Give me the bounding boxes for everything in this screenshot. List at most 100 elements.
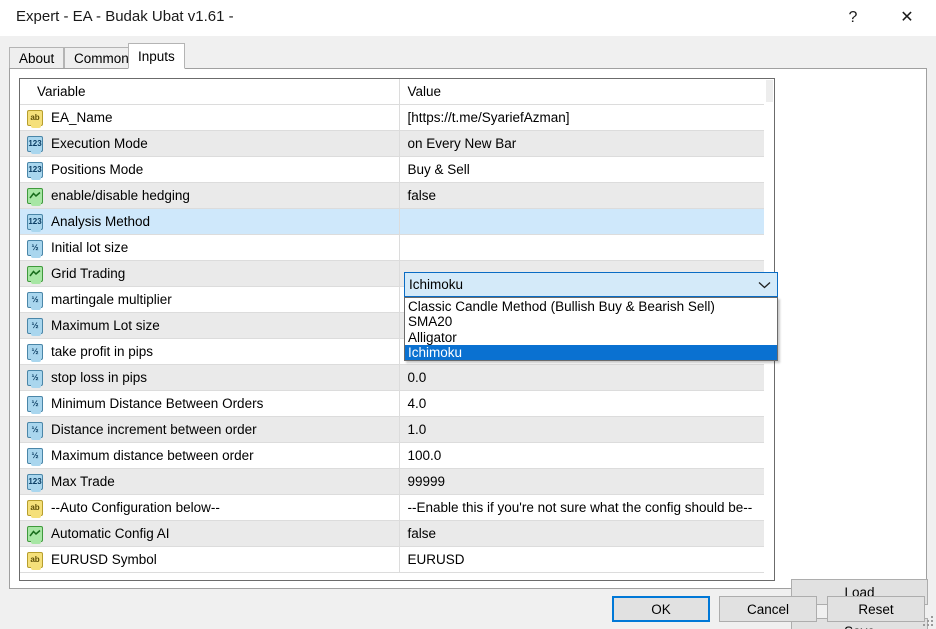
cell-variable[interactable]: ab--Auto Configuration below-- <box>20 495 399 521</box>
cell-value[interactable]: false <box>399 183 774 209</box>
tab-about-label: About <box>19 51 54 66</box>
table-header-row: VariableValue <box>20 79 774 105</box>
help-question-icon[interactable]: ? <box>830 0 876 36</box>
cell-variable[interactable]: ½Maximum Lot size <box>20 313 399 339</box>
integer-type-icon: 123 <box>27 136 43 152</box>
table-row[interactable]: Automatic Config AI false <box>20 521 774 547</box>
variable-value: 1.0 <box>400 422 775 437</box>
variable-name: Automatic Config AI <box>51 526 170 541</box>
table-row[interactable]: 123Positions ModeBuy & Sell <box>20 157 774 183</box>
variable-name: Analysis Method <box>51 214 150 229</box>
string-type-icon: ab <box>27 110 43 126</box>
window-titlebar: Expert - EA - Budak Ubat v1.61 - ? ✕ <box>0 0 936 36</box>
chevron-down-icon[interactable] <box>751 281 777 289</box>
dropdown-option[interactable]: Alligator <box>405 330 777 345</box>
table-row[interactable]: 123Max Trade99999 <box>20 469 774 495</box>
variable-value: Buy & Sell <box>400 162 775 177</box>
cancel-button-label: Cancel <box>747 602 789 617</box>
tab-inputs[interactable]: Inputs <box>128 43 185 69</box>
cell-variable[interactable]: ab EURUSD Symbol <box>20 547 399 573</box>
table-row[interactable]: ab--Auto Configuration below----Enable t… <box>20 495 774 521</box>
table-row[interactable]: ½stop loss in pips0.0 <box>20 365 774 391</box>
variable-value: false <box>400 526 775 541</box>
cell-variable[interactable]: ab EA_Name <box>20 105 399 131</box>
table-row[interactable]: ½ Minimum Distance Between Orders 4.0 <box>20 391 774 417</box>
cell-value[interactable] <box>399 209 774 235</box>
analysis-method-combobox[interactable]: Ichimoku <box>404 272 778 297</box>
variable-name: martingale multiplier <box>51 292 172 307</box>
tab-strip: About Common Inputs <box>0 36 936 69</box>
cell-variable[interactable]: ½martingale multiplier <box>20 287 399 313</box>
cell-value[interactable]: 99999 <box>399 469 774 495</box>
tab-common-label: Common <box>74 51 129 66</box>
analysis-method-dropdown-list[interactable]: Classic Candle Method (Bullish Buy & Bea… <box>404 297 778 361</box>
variable-value: 4.0 <box>400 396 775 411</box>
variable-name: enable/disable hedging <box>51 188 190 203</box>
variable-name: Minimum Distance Between Orders <box>51 396 263 411</box>
ok-button-label: OK <box>651 602 671 617</box>
table-row[interactable]: ab EA_Name [https://t.me/SyariefAzman] <box>20 105 774 131</box>
save-button-label: Save <box>844 624 875 629</box>
reset-button[interactable]: Reset <box>827 596 925 622</box>
cell-value[interactable]: 100.0 <box>399 443 774 469</box>
dropdown-option[interactable]: Ichimoku <box>405 345 777 360</box>
dropdown-option[interactable]: Classic Candle Method (Bullish Buy & Bea… <box>405 299 777 314</box>
integer-type-icon: 123 <box>27 162 43 178</box>
cell-variable[interactable]: Automatic Config AI <box>20 521 399 547</box>
header-cell-value[interactable]: Value <box>399 79 774 105</box>
table-row[interactable]: ½Maximum distance between order100.0 <box>20 443 774 469</box>
boolean-type-icon <box>27 526 43 542</box>
cancel-button[interactable]: Cancel <box>719 596 817 622</box>
table-scrollbar-thumb[interactable] <box>766 80 773 102</box>
variable-value: EURUSD <box>400 552 775 567</box>
cell-variable[interactable]: ½take profit in pips <box>20 339 399 365</box>
double-type-icon: ½ <box>27 240 43 256</box>
cell-variable[interactable]: 123Max Trade <box>20 469 399 495</box>
cell-value[interactable]: on Every New Bar <box>399 131 774 157</box>
cell-value[interactable]: false <box>399 521 774 547</box>
cell-variable[interactable]: ½stop loss in pips <box>20 365 399 391</box>
cell-variable[interactable]: ½ Minimum Distance Between Orders <box>20 391 399 417</box>
tab-inputs-label: Inputs <box>138 49 175 64</box>
boolean-type-icon <box>27 266 43 282</box>
variable-value: 100.0 <box>400 448 775 463</box>
cell-variable[interactable]: ½Initial lot size <box>20 235 399 261</box>
double-type-icon: ½ <box>27 396 43 412</box>
table-row[interactable]: ½Initial lot size <box>20 235 774 261</box>
cell-variable[interactable]: ½Maximum distance between order <box>20 443 399 469</box>
variable-name: Execution Mode <box>51 136 148 151</box>
cell-value[interactable] <box>399 235 774 261</box>
variable-name: EURUSD Symbol <box>51 552 157 567</box>
cell-variable[interactable]: 123 Execution Mode <box>20 131 399 157</box>
cell-value[interactable]: 4.0 <box>399 391 774 417</box>
cell-variable[interactable]: Grid Trading <box>20 261 399 287</box>
table-row[interactable]: 123 Analysis Method <box>20 209 774 235</box>
table-row[interactable]: 123 Execution Mode on Every New Bar <box>20 131 774 157</box>
table-row[interactable]: ab EURUSD Symbol EURUSD <box>20 547 774 573</box>
cell-variable[interactable]: enable/disable hedging <box>20 183 399 209</box>
table-row[interactable]: ½Distance increment between order1.0 <box>20 417 774 443</box>
ok-button[interactable]: OK <box>612 596 710 622</box>
window-title: Expert - EA - Budak Ubat v1.61 - <box>16 8 234 25</box>
cell-value[interactable]: [https://t.me/SyariefAzman] <box>399 105 774 131</box>
variable-name: EA_Name <box>51 110 113 125</box>
double-type-icon: ½ <box>27 422 43 438</box>
header-cell-variable[interactable]: Variable <box>20 79 399 105</box>
cell-value[interactable]: 1.0 <box>399 417 774 443</box>
reset-button-label: Reset <box>858 602 893 617</box>
tab-about[interactable]: About <box>9 47 64 69</box>
cell-variable[interactable]: ½Distance increment between order <box>20 417 399 443</box>
dropdown-option[interactable]: SMA20 <box>405 314 777 329</box>
table-row[interactable]: enable/disable hedging false <box>20 183 774 209</box>
cell-value[interactable]: Buy & Sell <box>399 157 774 183</box>
cell-value[interactable]: --Enable this if you're not sure what th… <box>399 495 774 521</box>
integer-type-icon: 123 <box>27 214 43 230</box>
resize-grip[interactable] <box>921 614 933 626</box>
string-type-icon: ab <box>27 552 43 568</box>
cell-variable[interactable]: 123Positions Mode <box>20 157 399 183</box>
cell-variable[interactable]: 123 Analysis Method <box>20 209 399 235</box>
close-x-icon[interactable]: ✕ <box>884 0 930 36</box>
cell-value[interactable]: 0.0 <box>399 365 774 391</box>
double-type-icon: ½ <box>27 370 43 386</box>
cell-value[interactable]: EURUSD <box>399 547 774 573</box>
